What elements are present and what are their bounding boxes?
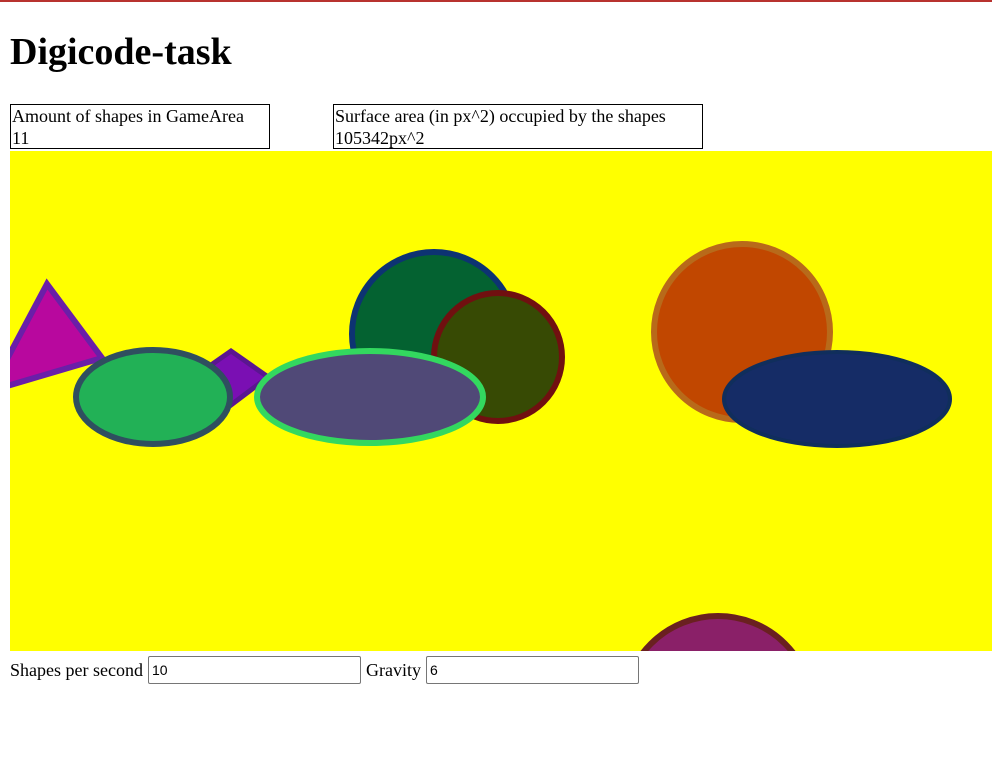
page-title: Digicode-task	[10, 31, 232, 73]
surface-area-box: Surface area (in px^2) occupied by the s…	[333, 104, 703, 149]
gravity-input[interactable]	[425, 656, 639, 684]
shape-count-label: Amount of shapes in GameArea	[12, 106, 244, 126]
shape-count-value: 11	[12, 128, 30, 148]
game-area-canvas[interactable]	[10, 151, 992, 651]
shapes-per-second-label: Shapes per second	[10, 659, 143, 680]
top-accent-bar	[0, 0, 992, 2]
surface-area-value: 105342px^2	[335, 128, 425, 148]
shape-count-box: Amount of shapes in GameArea 11	[10, 104, 270, 149]
controls-row: Shapes per second Gravity	[10, 655, 644, 685]
shape-circle-plum[interactable]	[623, 613, 813, 651]
shapes-per-second-input[interactable]	[147, 656, 361, 684]
shape-ellipse-slate[interactable]	[254, 348, 486, 446]
shape-ellipse-navy[interactable]	[722, 350, 952, 448]
surface-area-label: Surface area (in px^2) occupied by the s…	[335, 106, 666, 126]
shape-ellipse-green[interactable]	[73, 347, 233, 447]
gravity-label: Gravity	[365, 659, 421, 680]
game-area[interactable]	[10, 151, 992, 651]
